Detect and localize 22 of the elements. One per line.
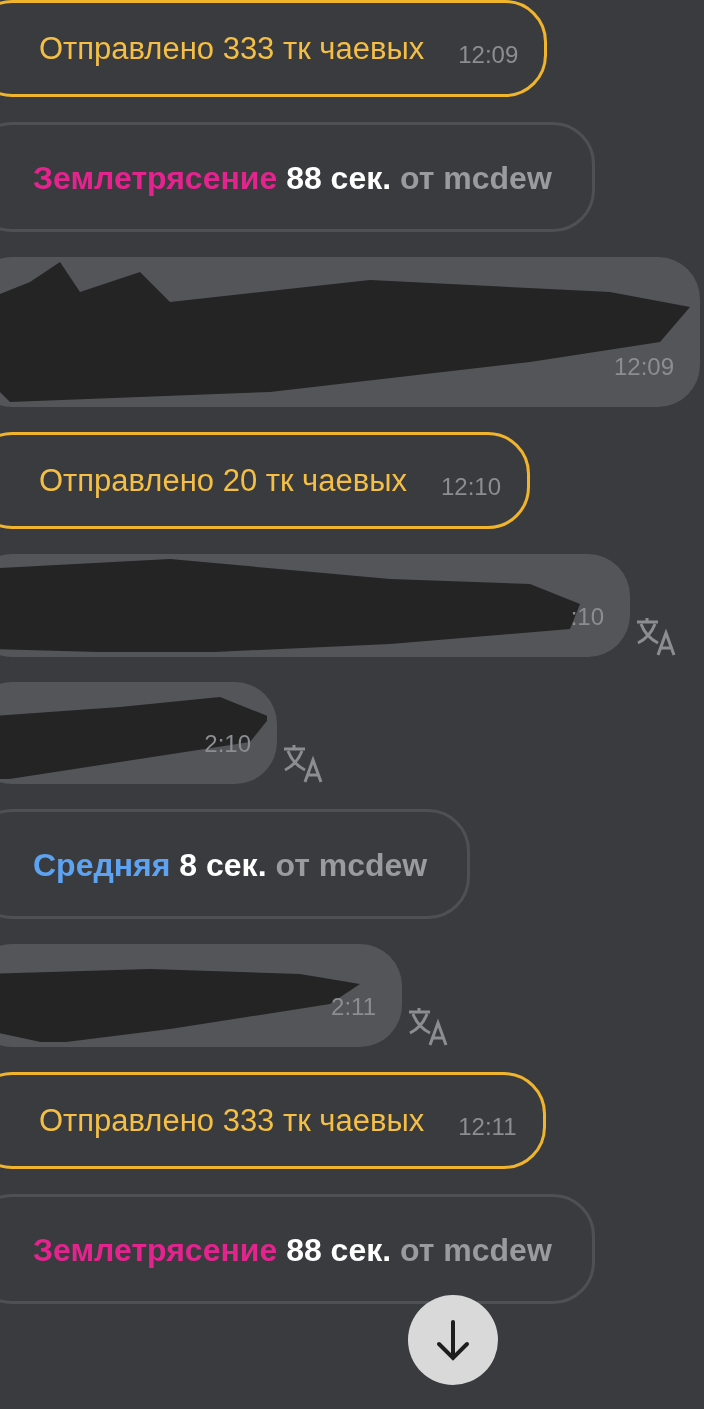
duration-text: 88 сек. bbox=[286, 160, 392, 196]
level-label: Землетрясение bbox=[33, 160, 278, 196]
sender-text: от mcdew bbox=[275, 847, 428, 883]
translate-icon[interactable] bbox=[634, 615, 676, 657]
message-time: 12:11 bbox=[458, 1113, 517, 1141]
tip-text: Отправлено 333 тк чаевых bbox=[39, 30, 425, 68]
translate-icon[interactable] bbox=[406, 1005, 448, 1047]
tip-text: Отправлено 20 тк чаевых bbox=[39, 462, 407, 500]
level-label: Средняя bbox=[33, 847, 171, 883]
translate-icon[interactable] bbox=[281, 742, 323, 784]
message-time: 12:09 bbox=[613, 353, 674, 381]
duration-text: 8 сек. bbox=[179, 847, 267, 883]
duration-text: 88 сек. bbox=[286, 1232, 392, 1268]
message-time: 12:09 bbox=[458, 41, 519, 69]
message-time: 2:10 bbox=[204, 730, 251, 758]
sender-text: от mcdew bbox=[400, 1232, 552, 1268]
message-time: 2:11 bbox=[331, 993, 376, 1021]
message-time: :10 bbox=[570, 603, 604, 631]
message-time: 12:10 bbox=[441, 473, 502, 501]
sender-text: от mcdew bbox=[400, 160, 552, 196]
level-label: Землетрясение bbox=[33, 1232, 278, 1268]
tip-text: Отправлено 333 тк чаевых bbox=[39, 1102, 425, 1140]
